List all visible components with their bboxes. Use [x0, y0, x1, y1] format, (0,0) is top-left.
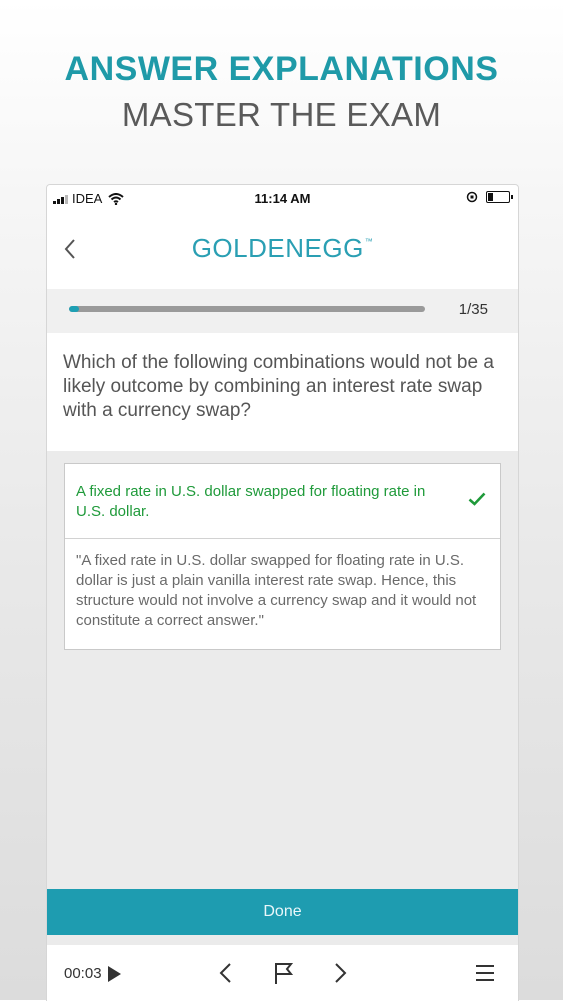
next-question-button[interactable] — [328, 961, 352, 985]
orientation-lock-icon — [466, 191, 478, 203]
timer: 00:03 — [64, 965, 121, 982]
status-bar: IDEA 11:14 AM — [47, 185, 518, 211]
progress-row: 1/35 — [47, 289, 518, 333]
bottom-toolbar: 00:03 — [47, 945, 518, 1001]
progress-bar — [69, 306, 425, 312]
answer-option-correct[interactable]: A fixed rate in U.S. dollar swapped for … — [65, 464, 500, 539]
previous-question-button[interactable] — [214, 961, 238, 985]
answer-card: A fixed rate in U.S. dollar swapped for … — [64, 463, 501, 650]
nav-bar: GOLDENEGG™ — [47, 211, 518, 289]
menu-button[interactable] — [473, 961, 497, 985]
question-counter: 1/35 — [458, 301, 488, 318]
status-right — [466, 191, 513, 203]
done-button[interactable]: Done — [47, 889, 518, 935]
promo-subheadline: MASTER THE EXAM — [121, 96, 442, 133]
checkmark-icon — [468, 492, 486, 506]
battery-icon — [486, 191, 513, 203]
answer-explanation: "A fixed rate in U.S. dollar swapped for… — [76, 552, 477, 629]
logo-trademark: ™ — [364, 237, 374, 246]
logo-text: GOLDENEGG — [191, 233, 364, 263]
question-text: Which of the following combinations woul… — [47, 333, 518, 451]
promo-headline: ANSWER EXPLANATIONS — [64, 50, 499, 88]
goldenegg-logo: GOLDENEGG™ — [47, 233, 518, 264]
status-time: 11:14 AM — [254, 191, 311, 206]
play-icon[interactable] — [107, 965, 121, 982]
phone-screen: IDEA 11:14 AM GOLDENEGG™ 1/35 Which of t… — [46, 184, 519, 1001]
answer-text: A fixed rate in U.S. dollar swapped for … — [76, 483, 426, 520]
flag-button[interactable] — [271, 961, 295, 985]
progress-fill — [69, 306, 79, 312]
timer-value: 00:03 — [64, 965, 102, 982]
